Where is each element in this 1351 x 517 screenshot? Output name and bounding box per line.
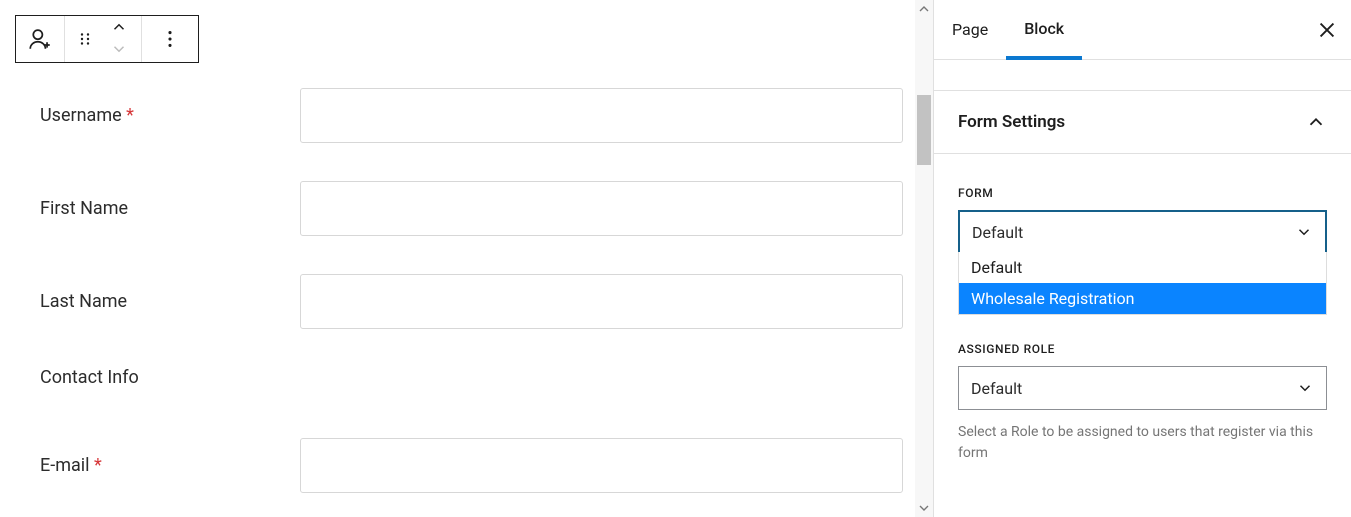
field-row-first-name: First Name	[40, 181, 903, 236]
assigned-role-value: Default	[971, 379, 1022, 398]
block-options-button[interactable]	[142, 16, 198, 62]
label-username: Username *	[40, 105, 300, 126]
editor-scrollbar[interactable]	[915, 0, 933, 517]
assigned-role-help: Select a Role to be assigned to users th…	[958, 422, 1327, 464]
settings-sidebar: Page Block Form Settings FORM Default	[933, 0, 1351, 517]
label-last-name: Last Name	[40, 291, 300, 312]
last-name-input[interactable]	[300, 274, 903, 329]
assigned-role-select[interactable]: Default	[958, 366, 1327, 410]
form-option-wholesale[interactable]: Wholesale Registration	[959, 283, 1326, 314]
move-down-button[interactable]	[101, 40, 137, 60]
label-assigned-role: ASSIGNED ROLE	[958, 342, 1327, 356]
sidebar-tabs: Page Block	[934, 0, 1351, 60]
registration-form: Username * First Name Last Name Contact …	[15, 63, 903, 493]
user-plus-icon	[27, 26, 53, 52]
scroll-up-icon[interactable]	[915, 0, 933, 18]
form-select-dropdown: Default Wholesale Registration	[958, 252, 1327, 315]
panel-form-settings-toggle[interactable]: Form Settings	[934, 91, 1351, 154]
scroll-down-icon[interactable]	[915, 499, 933, 517]
email-input[interactable]	[300, 438, 903, 493]
tab-block[interactable]: Block	[1006, 1, 1082, 60]
block-type-button[interactable]	[16, 16, 64, 62]
block-toolbar	[15, 15, 199, 63]
drag-icon	[76, 30, 94, 48]
close-icon	[1316, 19, 1338, 41]
first-name-input[interactable]	[300, 181, 903, 236]
form-select-value: Default	[972, 223, 1023, 242]
section-contact-info: Contact Info	[40, 367, 903, 388]
field-row-username: Username *	[40, 88, 903, 143]
panel-body: FORM Default Default Wholesale Registrat…	[934, 154, 1351, 464]
scroll-thumb[interactable]	[917, 95, 931, 165]
close-sidebar-button[interactable]	[1303, 6, 1351, 54]
label-form-select: FORM	[958, 186, 1327, 200]
panel-title: Form Settings	[958, 112, 1065, 132]
move-up-button[interactable]	[101, 18, 137, 38]
chevron-down-icon	[1296, 379, 1314, 397]
more-vertical-icon	[159, 28, 181, 50]
label-first-name: First Name	[40, 198, 300, 219]
label-email: E-mail *	[40, 455, 300, 476]
field-row-email: E-mail *	[40, 438, 903, 493]
username-input[interactable]	[300, 88, 903, 143]
editor-canvas: Username * First Name Last Name Contact …	[0, 0, 933, 517]
form-select[interactable]: Default Default Wholesale Registration	[958, 210, 1327, 254]
drag-handle[interactable]	[69, 16, 101, 62]
form-option-default[interactable]: Default	[959, 252, 1326, 283]
chevron-up-icon	[1305, 111, 1327, 133]
chevron-down-icon	[110, 40, 128, 58]
tab-page[interactable]: Page	[934, 0, 1006, 59]
chevron-up-icon	[110, 18, 128, 36]
field-row-last-name: Last Name	[40, 274, 903, 329]
chevron-down-icon	[1295, 223, 1313, 241]
